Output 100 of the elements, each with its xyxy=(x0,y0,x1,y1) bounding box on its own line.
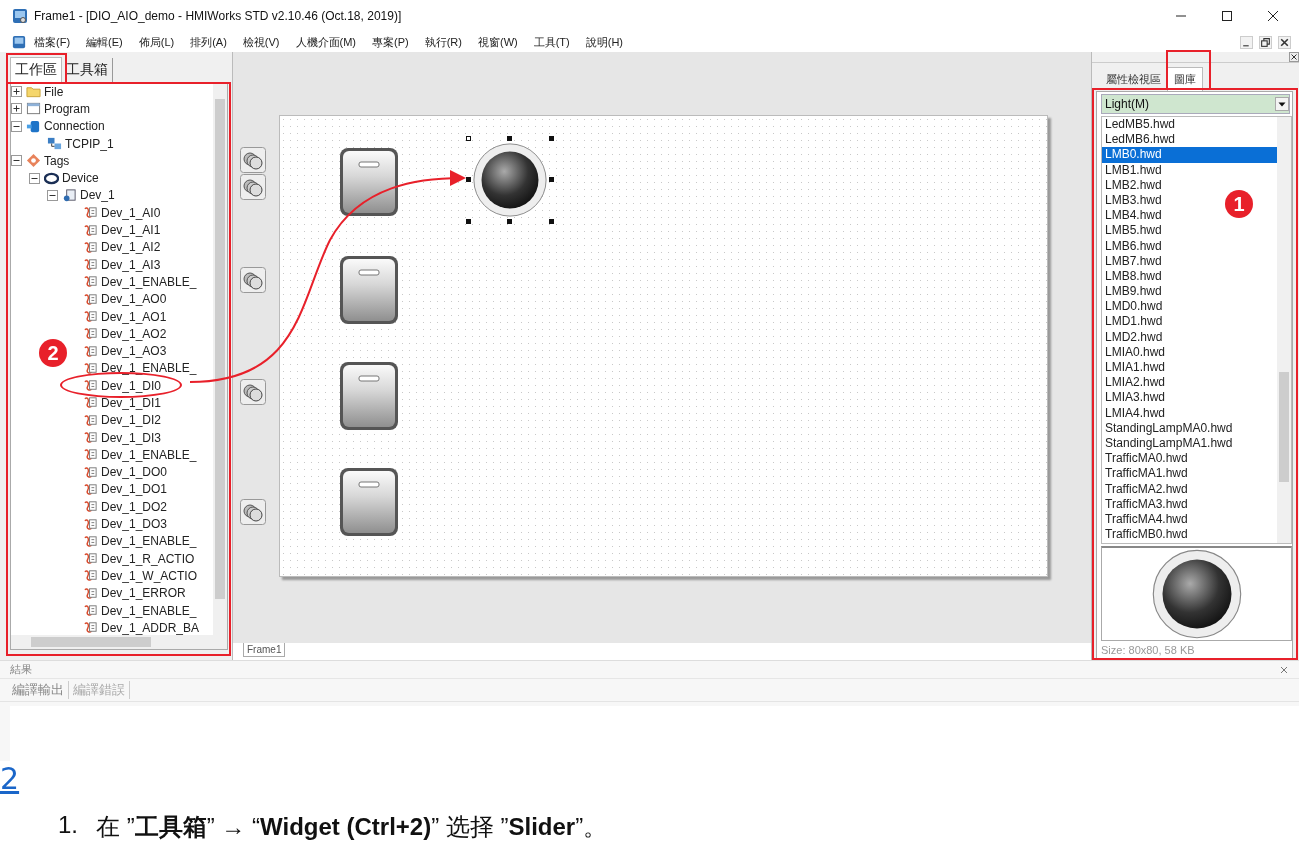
file-list-item[interactable]: StandingLampMA1.hwd xyxy=(1102,435,1235,452)
panel-tab[interactable]: 工作區 xyxy=(10,57,62,82)
tree-item[interactable]: Dev_1_DI1 xyxy=(101,396,162,410)
resize-handle[interactable] xyxy=(549,177,554,182)
scrollbar[interactable] xyxy=(1277,117,1291,543)
tree-item[interactable]: Dev_1_AO3 xyxy=(101,344,167,359)
resize-handle[interactable] xyxy=(466,219,471,224)
document-tab[interactable]: Frame1 xyxy=(243,643,286,657)
expander-icon[interactable] xyxy=(29,172,40,184)
toggle-switch[interactable] xyxy=(338,146,400,218)
file-list-item[interactable]: LedMB5.hwd xyxy=(1102,117,1178,133)
menu-item[interactable]: 編輯(E) xyxy=(86,34,123,50)
tree-item[interactable]: Dev_1_DI0 xyxy=(101,378,162,393)
menu-item[interactable]: 檔案(F) xyxy=(34,34,71,50)
tree-item[interactable]: Dev_1_AI3 xyxy=(101,257,161,272)
file-list-item[interactable]: TrafficMA4.hwd xyxy=(1102,511,1190,528)
menu-item[interactable]: 檢視(V) xyxy=(242,34,280,50)
resize-handle[interactable] xyxy=(466,136,471,141)
file-list-item[interactable]: LMB1.hwd xyxy=(1102,162,1164,178)
tree-item[interactable]: Dev_1_ADDR_BA xyxy=(101,620,200,635)
file-list-item[interactable]: LMD1.hwd xyxy=(1102,314,1165,330)
file-list-item[interactable]: TrafficMA1.hwd xyxy=(1102,466,1190,482)
tree-item[interactable]: Dev_1_DO1 xyxy=(101,482,168,497)
tree-item[interactable]: Tags xyxy=(44,153,70,168)
toggle-switch[interactable] xyxy=(338,254,400,326)
resize-handle[interactable] xyxy=(549,136,554,141)
tree-item[interactable]: Dev_1_AO0 xyxy=(101,292,167,307)
tree-item[interactable]: Dev_1 xyxy=(80,188,115,203)
tree-item[interactable]: Dev_1_DI2 xyxy=(101,413,162,428)
panel-tab[interactable]: 屬性檢視區 xyxy=(1100,68,1167,91)
file-list-item[interactable]: LMD2.hwd xyxy=(1102,329,1165,345)
close-icon[interactable] xyxy=(1267,10,1279,22)
file-list-item[interactable]: LMB9.hwd xyxy=(1102,284,1164,300)
tree-item[interactable]: Dev_1_ENABLE_ xyxy=(101,534,197,549)
resize-handle[interactable] xyxy=(549,219,554,224)
link[interactable]: 2 xyxy=(0,761,20,796)
close-icon[interactable] xyxy=(1289,52,1299,62)
file-list-item[interactable]: LedMB6.hwd xyxy=(1102,132,1178,148)
menu-item[interactable]: 專案(P) xyxy=(372,34,409,50)
tree-item[interactable]: File xyxy=(44,84,64,99)
scrollbar[interactable] xyxy=(213,83,227,635)
stack-icon[interactable] xyxy=(240,267,266,293)
file-list-item[interactable]: TrafficMB0.hwd xyxy=(1102,527,1190,543)
file-list-item[interactable]: LMB2.hwd xyxy=(1102,177,1164,193)
file-list-item[interactable]: LMB8.hwd xyxy=(1102,268,1164,285)
file-list-item[interactable]: TrafficMA3.hwd xyxy=(1102,496,1190,512)
tree-item[interactable]: Device xyxy=(62,171,99,186)
file-list-item[interactable]: LMB0.hwd xyxy=(1102,147,1277,163)
expander-icon[interactable] xyxy=(11,155,22,167)
expander-icon[interactable] xyxy=(11,120,22,132)
tree-item[interactable]: Dev_1_ENABLE_ xyxy=(101,603,197,618)
tree-item[interactable]: Dev_1_ENABLE_ xyxy=(101,361,197,376)
file-list-item[interactable]: LMIA4.hwd xyxy=(1102,405,1168,421)
tree-item[interactable]: Dev_1_R_ACTIO xyxy=(101,551,195,566)
file-list-item[interactable]: TrafficMA2.hwd xyxy=(1102,481,1190,497)
category-dropdown[interactable]: Light(M) xyxy=(1101,94,1290,114)
tree-item[interactable]: Dev_1_DO3 xyxy=(101,517,168,532)
minimize-icon[interactable] xyxy=(1240,35,1253,49)
menu-item[interactable]: 說明(H) xyxy=(585,34,623,50)
file-list-item[interactable]: LMIA2.hwd xyxy=(1102,375,1168,391)
menu-item[interactable]: 排列(A) xyxy=(190,34,227,50)
document-icon[interactable] xyxy=(12,35,26,49)
tree-item[interactable]: Dev_1_DI3 xyxy=(101,430,162,445)
file-list-item[interactable]: LMB7.hwd xyxy=(1102,253,1164,269)
restore-icon[interactable] xyxy=(1259,35,1272,49)
file-list-item[interactable]: LMB4.hwd xyxy=(1102,208,1164,224)
tree-item[interactable]: Dev_1_AI0 xyxy=(101,205,161,220)
file-list-item[interactable]: LMB3.hwd xyxy=(1102,192,1164,209)
lamp-indicator[interactable] xyxy=(472,142,548,218)
file-list-item[interactable]: TrafficMA0.hwd xyxy=(1102,451,1190,467)
expander-icon[interactable] xyxy=(47,189,58,201)
file-list-item[interactable]: LMIA1.hwd xyxy=(1102,360,1168,376)
expander-icon[interactable] xyxy=(11,86,22,98)
file-list-item[interactable]: LMB6.hwd xyxy=(1102,238,1164,254)
file-list-item[interactable]: LMIA3.hwd xyxy=(1102,390,1168,406)
tree-item[interactable]: Dev_1_ERROR xyxy=(101,586,186,601)
tree-item[interactable]: Dev_1_AI1 xyxy=(101,223,161,237)
resize-handle[interactable] xyxy=(507,219,512,224)
scrollbar[interactable] xyxy=(11,635,227,649)
tree-item[interactable]: TCPIP_1 xyxy=(65,136,114,151)
file-list-item[interactable]: LMD0.hwd xyxy=(1102,299,1165,315)
resize-handle[interactable] xyxy=(507,136,512,141)
stack-icon[interactable] xyxy=(240,174,266,200)
menu-item[interactable]: 人機介面(M) xyxy=(295,34,356,50)
file-list-item[interactable]: LMB5.hwd xyxy=(1102,223,1164,239)
file-list-item[interactable]: StandingLampMA0.hwd xyxy=(1102,420,1235,436)
menu-item[interactable]: 工具(T) xyxy=(533,34,570,50)
menu-item[interactable]: 視窗(W) xyxy=(477,34,518,50)
menu-item[interactable]: 執行(R) xyxy=(424,34,462,50)
file-list-item[interactable]: LMIA0.hwd xyxy=(1102,344,1168,360)
stack-icon[interactable] xyxy=(240,147,266,173)
expander-icon[interactable] xyxy=(11,103,22,115)
stack-icon[interactable] xyxy=(240,499,266,525)
tree-item[interactable]: Dev_1_W_ACTIO xyxy=(101,568,198,583)
tree-item[interactable]: Dev_1_AO1 xyxy=(101,309,167,324)
output-tab[interactable]: 編譯輸出 xyxy=(12,681,69,699)
toggle-switch[interactable] xyxy=(338,466,400,538)
stack-icon[interactable] xyxy=(240,379,266,405)
maximize-icon[interactable] xyxy=(1221,10,1233,22)
resize-handle[interactable] xyxy=(466,177,471,182)
